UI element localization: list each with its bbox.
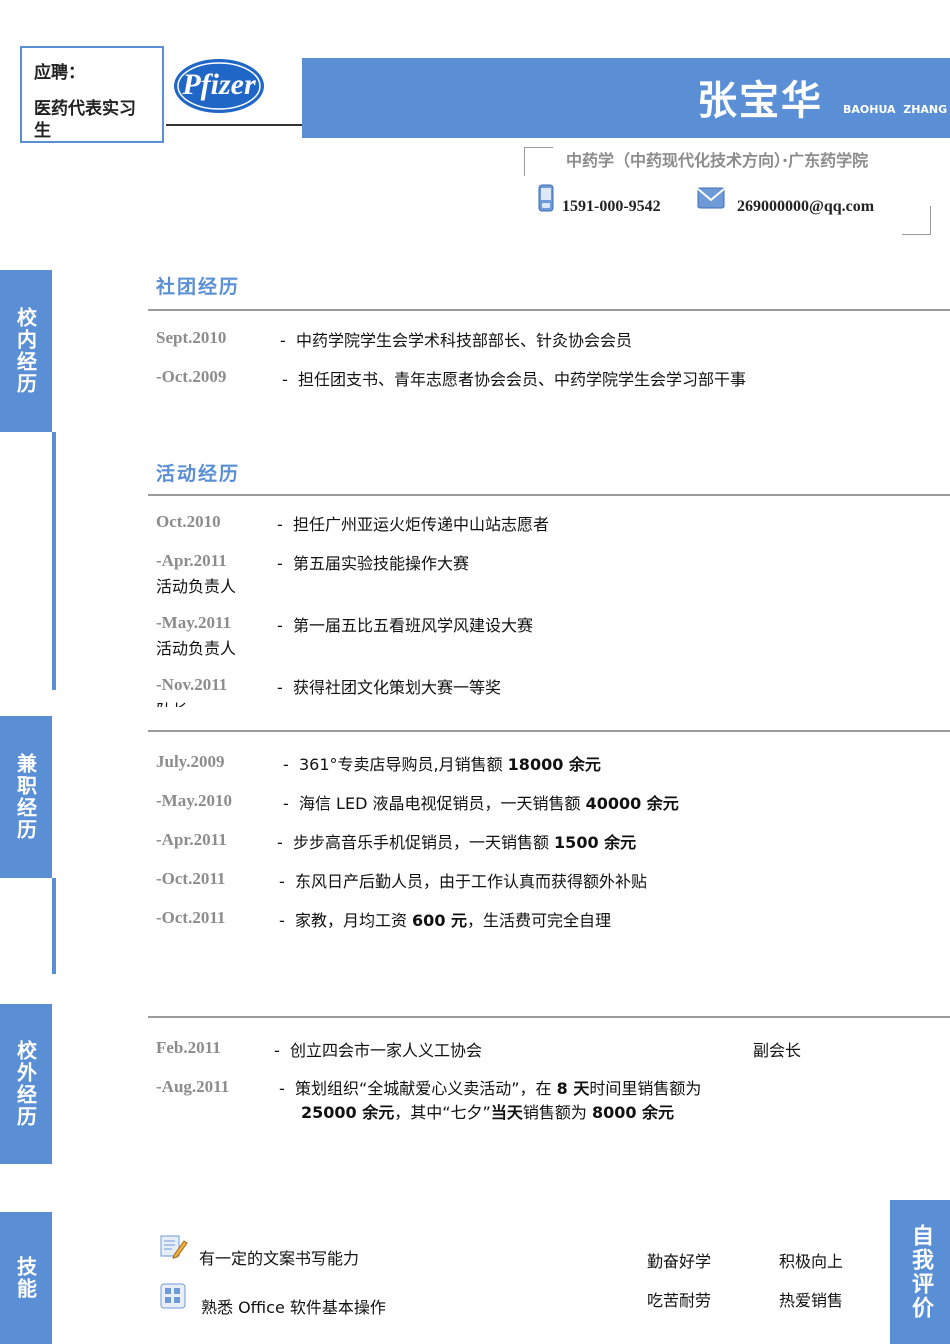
activity-text-2: 第五届实验技能操作大赛 xyxy=(292,554,469,573)
club-rule xyxy=(148,309,950,311)
parttime-item-2: - 海信 LED 液晶电视促销员，一天销售额 40000 余元 xyxy=(283,794,679,813)
pfizer-logo-text: Pfizer xyxy=(182,68,256,101)
parttime-item-1: - 361°专卖店导购员,月销售额 18000 余元 xyxy=(283,755,601,774)
parttime-bold-5: 600 元 xyxy=(412,911,468,930)
outside-bold-2d: 8000 余元 xyxy=(591,1103,675,1122)
candidate-name: 张宝华 xyxy=(697,78,823,124)
outside-date-2: -Aug.2011 xyxy=(156,1077,230,1096)
tab-skills: 技能 xyxy=(0,1212,52,1344)
parttime-text-1: 361°专卖店导购员,月销售额 xyxy=(298,755,508,774)
parttime-date-5: -Oct.2011 xyxy=(156,908,226,927)
club-item-2: - 担任团支书、青年志愿者协会会员、中药学院学生会学习部干事 xyxy=(282,370,746,389)
activity-date-3: -May.2011 xyxy=(156,613,232,632)
parttime-item-3: - 步步高音乐手机促销员，一天销售额 1500 余元 xyxy=(277,833,637,852)
activity-text-3: 第一届五比五看班风学风建设大赛 xyxy=(292,616,533,635)
parttime-line xyxy=(52,878,56,974)
position-title: 医药代表实习生 xyxy=(34,99,136,141)
outside-bold-2a: 8 天 xyxy=(556,1079,590,1097)
parttime-text-2: 海信 LED 液晶电视促销员，一天销售额 xyxy=(298,794,586,813)
outside-item-2-line1: - 策划组织“全城献爱心义卖活动”，在 8 天时间里销售额为 xyxy=(279,1079,702,1097)
activity-item-4: - 获得社团文化策划大赛一等奖 xyxy=(277,678,501,697)
activity-role-4-clip: 队长 xyxy=(156,697,188,707)
club-date-1: Sept.2010 xyxy=(156,328,227,347)
self-eval-3: 吃苦耐劳 xyxy=(647,1291,712,1310)
self-eval-1: 勤奋好学 xyxy=(647,1252,712,1271)
parttime-post-5: ，生活费可完全自理 xyxy=(467,911,612,930)
outside-bold-2c: 当天 xyxy=(490,1103,523,1122)
activity-role-2: 活动负责人 xyxy=(156,577,237,596)
outside-text-1: 创立四会市一家人义工协会 xyxy=(289,1041,482,1060)
tab-outside: 校外经历 xyxy=(0,1004,52,1164)
parttime-rule xyxy=(148,730,950,732)
club-text-2: 担任团支书、青年志愿者协会会员、中药学院学生会学习部干事 xyxy=(297,370,746,389)
email-icon xyxy=(697,187,725,213)
candidate-name-en: BAOHUA ZHANG xyxy=(843,103,948,116)
parttime-text-3: 步步高音乐手机促销员，一天销售额 xyxy=(292,833,555,852)
parttime-item-4: - 东风日产后勤人员，由于工作认真而获得额外补贴 xyxy=(279,872,647,891)
office-software-icon xyxy=(160,1283,186,1313)
parttime-bold-3: 1500 余元 xyxy=(554,833,637,852)
activity-rule xyxy=(148,494,950,496)
parttime-date-1: July.2009 xyxy=(156,752,225,771)
outside-role-1: 副会长 xyxy=(753,1041,802,1060)
club-section-title: 社团经历 xyxy=(156,276,241,298)
email-address: 269000000@qq.com xyxy=(737,198,875,215)
outside-text-2c: ，其中“七夕” xyxy=(394,1103,491,1122)
self-eval-4: 热爱销售 xyxy=(779,1291,844,1310)
parttime-date-4: -Oct.2011 xyxy=(156,869,226,888)
corner-bracket-right xyxy=(902,206,931,235)
club-item-1: - 中药学院学生会学术科技部部长、针灸协会会员 xyxy=(280,331,632,350)
activity-date-4: -Nov.2011 xyxy=(156,675,228,694)
activity-date-2: -Apr.2011 xyxy=(156,551,227,570)
club-text-1: 中药学院学生会学术科技部部长、针灸协会会员 xyxy=(295,331,632,350)
parttime-date-2: -May.2010 xyxy=(156,791,233,810)
parttime-date-3: -Apr.2011 xyxy=(156,830,227,849)
outside-bold-2b: 25000 余元 xyxy=(301,1103,395,1122)
activity-item-3: - 第一届五比五看班风学风建设大赛 xyxy=(277,616,533,635)
self-eval-2: 积极向上 xyxy=(779,1252,844,1271)
skill-text-2: 熟悉 Office 软件基本操作 xyxy=(201,1298,386,1317)
activity-item-2: - 第五届实验技能操作大赛 xyxy=(277,554,469,573)
outside-item-1: - 创立四会市一家人义工协会 xyxy=(274,1041,482,1060)
name-banner xyxy=(302,58,950,138)
activity-text-4: 获得社团文化策划大赛一等奖 xyxy=(292,678,501,697)
parttime-text-5: 家教，月均工资 xyxy=(294,911,413,930)
outside-rule xyxy=(148,1016,950,1018)
activity-role-4: 队长 xyxy=(156,697,188,707)
corner-bracket-left xyxy=(524,147,553,176)
tab-self-eval: 自我评价 xyxy=(890,1200,950,1344)
activity-text-1: 担任广州亚运火炬传递中山站志愿者 xyxy=(292,515,549,534)
outside-text-2b: 时间里销售额为 xyxy=(589,1079,702,1097)
parttime-item-5: - 家教，月均工资 600 元，生活费可完全自理 xyxy=(279,911,612,930)
outside-text-2a: 策划组织“全城献爱心义卖活动”，在 xyxy=(294,1079,557,1097)
parttime-bold-1: 18000 余元 xyxy=(507,755,601,774)
outside-item-2-line1-clip: - 策划组织“全城献爱心义卖活动”，在 8 天时间里销售额为 xyxy=(279,1075,750,1097)
parttime-text-4: 东风日产后勤人员，由于工作认真而获得额外补贴 xyxy=(294,872,647,891)
activity-section-title: 活动经历 xyxy=(156,463,241,485)
activity-item-1: - 担任广州亚运火炬传递中山站志愿者 xyxy=(277,515,549,534)
outside-item-2-line2: 25000 余元，其中“七夕”当天销售额为 8000 余元 xyxy=(301,1099,674,1123)
club-date-2: -Oct.2009 xyxy=(156,367,227,386)
header-underline xyxy=(166,124,302,126)
activity-date-1: Oct.2010 xyxy=(156,512,221,531)
apply-label: 应聘： xyxy=(34,63,85,83)
outside-text-2d: 销售额为 xyxy=(522,1103,592,1122)
phone-icon xyxy=(538,184,554,216)
edit-document-icon xyxy=(160,1233,188,1263)
tab-parttime: 兼职经历 xyxy=(0,716,52,878)
phone-number: 1591-000-9542 xyxy=(562,198,661,215)
campus-line xyxy=(52,432,56,690)
activity-role-3: 活动负责人 xyxy=(156,639,237,658)
tab-campus: 校内经历 xyxy=(0,270,52,432)
outside-date-1: Feb.2011 xyxy=(156,1038,221,1057)
skill-text-1: 有一定的文案书写能力 xyxy=(199,1249,360,1268)
school-info: 中药学（中药现代化技术方向）·广东药学院 xyxy=(566,151,869,170)
pfizer-logo: Pfizer xyxy=(172,57,266,115)
parttime-bold-2: 40000 余元 xyxy=(585,794,679,813)
